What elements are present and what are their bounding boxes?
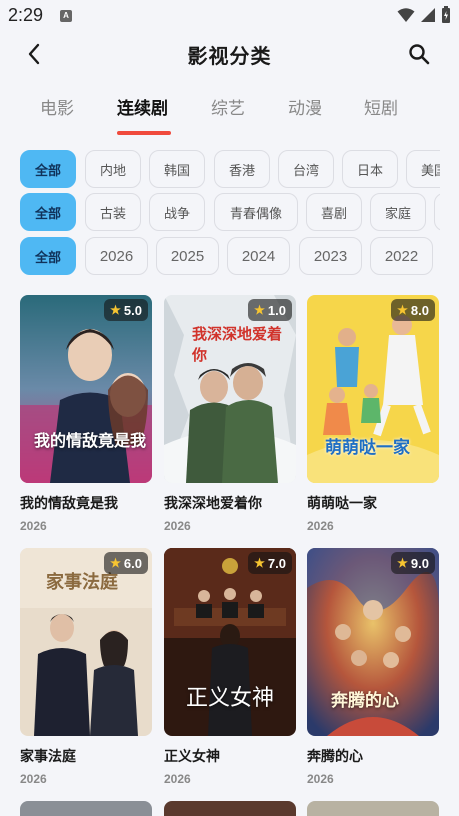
card-title: 奔腾的心 <box>307 749 363 765</box>
poster-image[interactable]: 家事法庭 ★ 6.0 <box>20 548 152 736</box>
filter-year-2024[interactable]: 2024 <box>227 237 290 275</box>
show-card[interactable]: 奔腾的心 ★ 9.0 奔腾的心 2026 <box>307 548 439 786</box>
poster-image[interactable]: 萌萌哒一家 ★ 8.0 <box>307 295 439 483</box>
tab-series[interactable]: 连续剧 <box>117 94 168 119</box>
filter-year-2025[interactable]: 2025 <box>156 237 219 275</box>
signal-icon <box>421 8 435 22</box>
region-filter-row: 全部 内地 韩国 香港 台湾 日本 美国 <box>20 150 440 188</box>
card-title: 正义女神 <box>164 749 220 765</box>
category-tabs: 电影 连续剧 综艺 动漫 短剧 <box>0 88 459 138</box>
poster-image[interactable]: 正义女神 ★ 7.0 <box>164 548 296 736</box>
star-icon: ★ <box>254 556 265 570</box>
poster-image[interactable] <box>164 801 296 816</box>
card-year: 2026 <box>20 772 47 786</box>
show-card[interactable]: 我的情敌竟是我 ★ 5.0 我的情敌竟是我 2026 <box>20 295 152 533</box>
card-title: 我的情敌竟是我 <box>20 496 118 512</box>
star-icon: ★ <box>110 556 121 570</box>
filter-region-usa[interactable]: 美国 <box>406 150 440 188</box>
filter-genre-youth-idol[interactable]: 青春偶像 <box>214 193 298 231</box>
status-icons <box>397 6 451 24</box>
filter-year-all[interactable]: 全部 <box>20 237 76 275</box>
filter-region-taiwan[interactable]: 台湾 <box>278 150 334 188</box>
poster-title-art: 我深深地爱着你 <box>192 325 283 364</box>
poster-image[interactable] <box>20 801 152 816</box>
tab-active-indicator <box>117 131 171 135</box>
poster-title-art: 我的情敌竟是我 <box>34 431 147 450</box>
filter-region-all[interactable]: 全部 <box>20 150 76 188</box>
filter-year-2023[interactable]: 2023 <box>299 237 362 275</box>
show-card-partial[interactable] <box>307 801 439 816</box>
card-year: 2026 <box>20 519 47 533</box>
filter-year-2026[interactable]: 2026 <box>85 237 148 275</box>
rating-badge: ★ 1.0 <box>248 299 292 321</box>
show-card-partial[interactable] <box>20 801 152 816</box>
poster-title-art: 正义女神 <box>186 686 275 711</box>
poster-image[interactable]: 我深深地爱着你 ★ 1.0 <box>164 295 296 483</box>
filter-genre-war[interactable]: 战争 <box>149 193 205 231</box>
rating-badge: ★ 5.0 <box>104 299 148 321</box>
filter-year-2022[interactable]: 2022 <box>370 237 433 275</box>
star-icon: ★ <box>110 303 121 317</box>
poster-title-art: 奔腾的心 <box>331 691 399 711</box>
card-title: 萌萌哒一家 <box>307 496 377 512</box>
poster-title-art: 萌萌哒一家 <box>325 438 410 458</box>
filter-genre-family[interactable]: 家庭 <box>370 193 426 231</box>
battery-icon <box>442 6 450 23</box>
rating-badge: ★ 7.0 <box>248 552 292 574</box>
poster-image[interactable]: 我的情敌竟是我 ★ 5.0 <box>20 295 152 483</box>
status-bar: 2:29 A <box>0 0 459 32</box>
tab-variety[interactable]: 综艺 <box>211 94 245 119</box>
rating-badge: ★ 6.0 <box>104 552 148 574</box>
filter-genre-all[interactable]: 全部 <box>20 193 76 231</box>
show-card[interactable]: 正义女神 ★ 7.0 正义女神 2026 <box>164 548 296 786</box>
tab-anime[interactable]: 动漫 <box>288 94 322 119</box>
star-icon: ★ <box>397 556 408 570</box>
card-year: 2026 <box>307 519 334 533</box>
card-year: 2026 <box>164 519 191 533</box>
wifi-icon <box>397 8 415 22</box>
card-year: 2026 <box>307 772 334 786</box>
filter-region-korea[interactable]: 韩国 <box>149 150 205 188</box>
search-button[interactable] <box>405 40 433 68</box>
poster-image[interactable] <box>307 801 439 816</box>
filter-region-mainland[interactable]: 内地 <box>85 150 141 188</box>
app-header: 影视分类 <box>0 32 459 76</box>
filter-genre-comedy[interactable]: 喜剧 <box>306 193 362 231</box>
show-card[interactable]: 我深深地爱着你 ★ 1.0 我深深地爱着你 2026 <box>164 295 296 533</box>
tab-movies[interactable]: 电影 <box>40 94 74 119</box>
rating-badge: ★ 9.0 <box>391 552 435 574</box>
page-title: 影视分类 <box>187 44 272 68</box>
show-card[interactable]: 家事法庭 ★ 6.0 家事法庭 2026 <box>20 548 152 786</box>
search-icon <box>409 44 430 65</box>
star-icon: ★ <box>397 303 408 317</box>
card-year: 2026 <box>164 772 191 786</box>
filter-region-hongkong[interactable]: 香港 <box>214 150 270 188</box>
tab-short-drama[interactable]: 短剧 <box>364 94 398 119</box>
status-time: 2:29 <box>8 5 44 25</box>
poster-image[interactable]: 奔腾的心 ★ 9.0 <box>307 548 439 736</box>
show-card[interactable]: 萌萌哒一家 ★ 8.0 萌萌哒一家 2026 <box>307 295 439 533</box>
year-filter-row: 全部 2026 2025 2024 2023 2022 <box>20 237 440 275</box>
card-title: 我深深地爱着你 <box>164 496 262 512</box>
filter-genre-costume[interactable]: 古装 <box>85 193 141 231</box>
genre-filter-row: 全部 古装 战争 青春偶像 喜剧 家庭 <box>20 193 440 231</box>
notification-icon: A <box>60 10 72 22</box>
card-title: 家事法庭 <box>20 749 76 765</box>
filter-region-japan[interactable]: 日本 <box>342 150 398 188</box>
show-card-partial[interactable] <box>164 801 296 816</box>
star-icon: ★ <box>254 303 265 317</box>
filter-genre-more[interactable] <box>434 193 440 231</box>
rating-badge: ★ 8.0 <box>391 299 435 321</box>
